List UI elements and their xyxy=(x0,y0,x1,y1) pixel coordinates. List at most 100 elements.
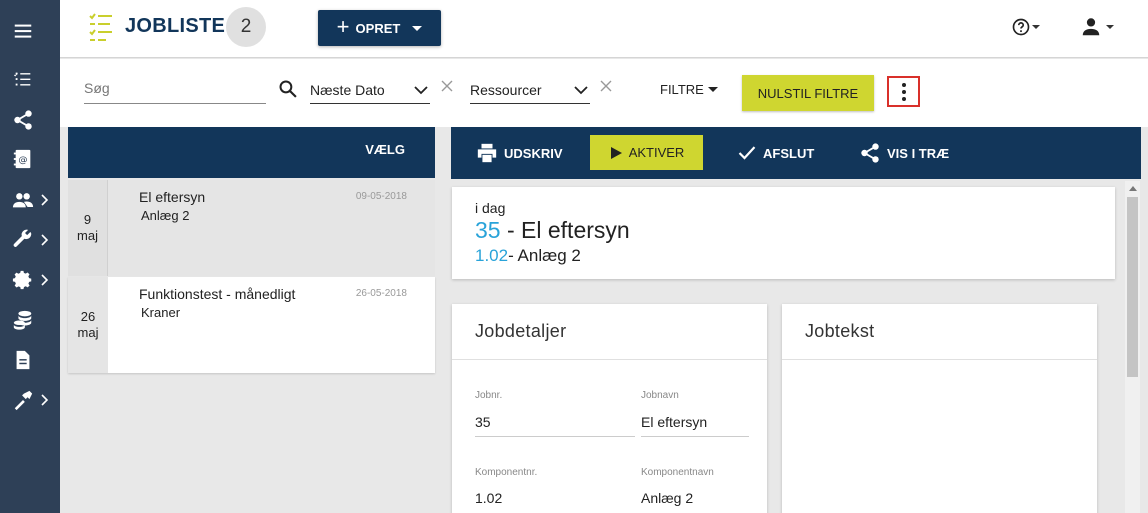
search-icon[interactable] xyxy=(278,79,298,99)
caret-down-icon xyxy=(1106,25,1114,29)
jobnr-value: 35 xyxy=(475,414,491,430)
user-menu-button[interactable] xyxy=(1080,14,1114,40)
plus-icon: + xyxy=(336,14,350,39)
component-number-link[interactable]: 1.02 xyxy=(475,246,508,265)
komponentnr-link[interactable]: 1.02 xyxy=(475,490,502,506)
job-action-bar: UDSKRIV AKTIVER AFSLUT VIS I TRÆ xyxy=(451,127,1141,179)
print-button[interactable]: UDSKRIV xyxy=(476,127,563,179)
job-summary-title: 35 - El eftersyn xyxy=(475,217,630,244)
komponentnr-label: Komponentnr. xyxy=(475,467,538,478)
caret-down-icon xyxy=(412,25,423,31)
job-title: El eftersyn xyxy=(139,189,206,205)
date-select-value: Næste Dato xyxy=(310,82,385,98)
job-date: 09-05-2018 xyxy=(355,191,407,202)
wrench-icon[interactable] xyxy=(0,220,60,260)
search-input[interactable] xyxy=(84,73,266,104)
page-title: JOBLISTE xyxy=(125,15,226,37)
finish-button[interactable]: AFSLUT xyxy=(737,127,814,179)
database-icon[interactable] xyxy=(0,300,60,340)
kebab-dot xyxy=(901,82,906,87)
clear-resource-icon[interactable] xyxy=(599,79,613,93)
job-details-title: Jobdetaljer xyxy=(475,321,567,341)
tools-icon[interactable] xyxy=(0,380,60,420)
job-subtitle: Anlæg 2 xyxy=(141,208,190,223)
caret-down-icon xyxy=(1032,25,1040,29)
due-label: i dag xyxy=(475,200,506,216)
job-subtitle: Kraner xyxy=(141,305,181,320)
share-icon xyxy=(861,143,879,163)
job-summary-name: - El eftersyn xyxy=(506,217,630,243)
help-menu-button[interactable] xyxy=(1012,16,1042,38)
job-details-card: Jobdetaljer Jobnr. 35 Jobnavn El eftersy… xyxy=(452,304,767,513)
resource-select[interactable]: Ressourcer xyxy=(470,77,590,104)
divider xyxy=(475,436,635,437)
component-summary-name: - Anlæg 2 xyxy=(508,246,581,265)
filter-menu-label: FILTRE xyxy=(660,82,704,97)
finish-button-label: AFSLUT xyxy=(763,145,815,161)
job-number-link[interactable]: 35 xyxy=(475,217,501,243)
document-icon[interactable] xyxy=(0,340,60,380)
create-button[interactable]: + OPRET xyxy=(318,10,441,46)
filter-bar: Næste Dato Ressourcer FILTRE NULSTIL FIL… xyxy=(60,59,1148,127)
job-day: 26 xyxy=(80,309,96,324)
users-icon[interactable] xyxy=(0,180,60,220)
divider xyxy=(641,436,749,437)
job-month: maj xyxy=(77,325,99,340)
job-day: 9 xyxy=(83,212,92,227)
job-date-badge: 9 maj xyxy=(68,180,108,276)
reset-filters-button[interactable]: NULSTIL FILTRE xyxy=(742,75,874,111)
side-nav-rail: @ xyxy=(0,0,60,513)
caret-down-icon xyxy=(707,87,718,92)
job-summary-card: i dag 35 - El eftersyn 1.02- Anlæg 2 xyxy=(452,187,1115,279)
jobnr-label: Jobnr. xyxy=(475,390,503,401)
chevron-down-icon xyxy=(414,85,428,94)
job-list-item[interactable]: 26 maj Funktionstest - månedligt Kraner … xyxy=(68,277,435,373)
komponentnavn-label: Komponentnavn xyxy=(641,467,714,478)
checklist-icon[interactable] xyxy=(0,60,60,100)
job-list-item[interactable]: 9 maj El eftersyn Anlæg 2 09-05-2018 xyxy=(68,180,435,276)
activate-button-label: AKTIVER xyxy=(628,145,685,160)
divider xyxy=(452,359,767,360)
show-in-tree-button[interactable]: VIS I TRÆ xyxy=(859,127,949,179)
job-text-title: Jobtekst xyxy=(805,321,875,341)
kebab-dot xyxy=(901,89,906,94)
jobnavn-value: El eftersyn xyxy=(641,414,708,430)
job-date: 26-05-2018 xyxy=(355,288,407,299)
job-text-card: Jobtekst xyxy=(782,304,1097,513)
jobnavn-label: Jobnavn xyxy=(641,390,679,401)
printer-icon xyxy=(477,143,497,163)
share-icon[interactable] xyxy=(0,100,60,140)
print-button-label: UDSKRIV xyxy=(504,145,563,161)
divider xyxy=(782,359,1097,360)
job-list-header: VÆLG xyxy=(68,127,435,178)
select-button[interactable]: VÆLG xyxy=(365,142,405,157)
job-month: maj xyxy=(77,228,98,243)
komponentnavn-value: Anlæg 2 xyxy=(641,490,694,506)
component-summary: 1.02- Anlæg 2 xyxy=(475,246,581,266)
clear-date-icon[interactable] xyxy=(440,79,454,93)
check-icon xyxy=(738,146,756,160)
create-button-label: OPRET xyxy=(355,20,401,36)
play-icon xyxy=(610,146,622,159)
kebab-dot xyxy=(901,96,906,101)
scroll-up-arrow-icon[interactable] xyxy=(1129,186,1137,191)
gear-icon[interactable] xyxy=(0,260,60,300)
job-date-badge: 26 maj xyxy=(68,277,108,373)
help-icon xyxy=(1012,18,1030,36)
show-in-tree-label: VIS I TRÆ xyxy=(887,145,950,161)
resource-select-value: Ressourcer xyxy=(470,82,542,98)
filter-menu-button[interactable]: FILTRE xyxy=(660,82,718,97)
user-icon xyxy=(1082,18,1100,36)
top-bar: JOBLISTE 2 + OPRET xyxy=(60,0,1148,58)
svg-text:@: @ xyxy=(18,155,27,166)
menu-icon[interactable] xyxy=(0,11,60,51)
date-select[interactable]: Næste Dato xyxy=(310,77,430,104)
job-title: Funktionstest - månedligt xyxy=(139,286,296,302)
joblist-logo-icon xyxy=(89,13,112,41)
more-options-button[interactable] xyxy=(887,76,920,107)
scrollbar-thumb[interactable] xyxy=(1127,197,1138,377)
chevron-down-icon xyxy=(574,85,588,94)
job-count-badge: 2 xyxy=(226,7,266,47)
contacts-icon[interactable]: @ xyxy=(0,139,60,179)
activate-button[interactable]: AKTIVER xyxy=(590,135,703,170)
